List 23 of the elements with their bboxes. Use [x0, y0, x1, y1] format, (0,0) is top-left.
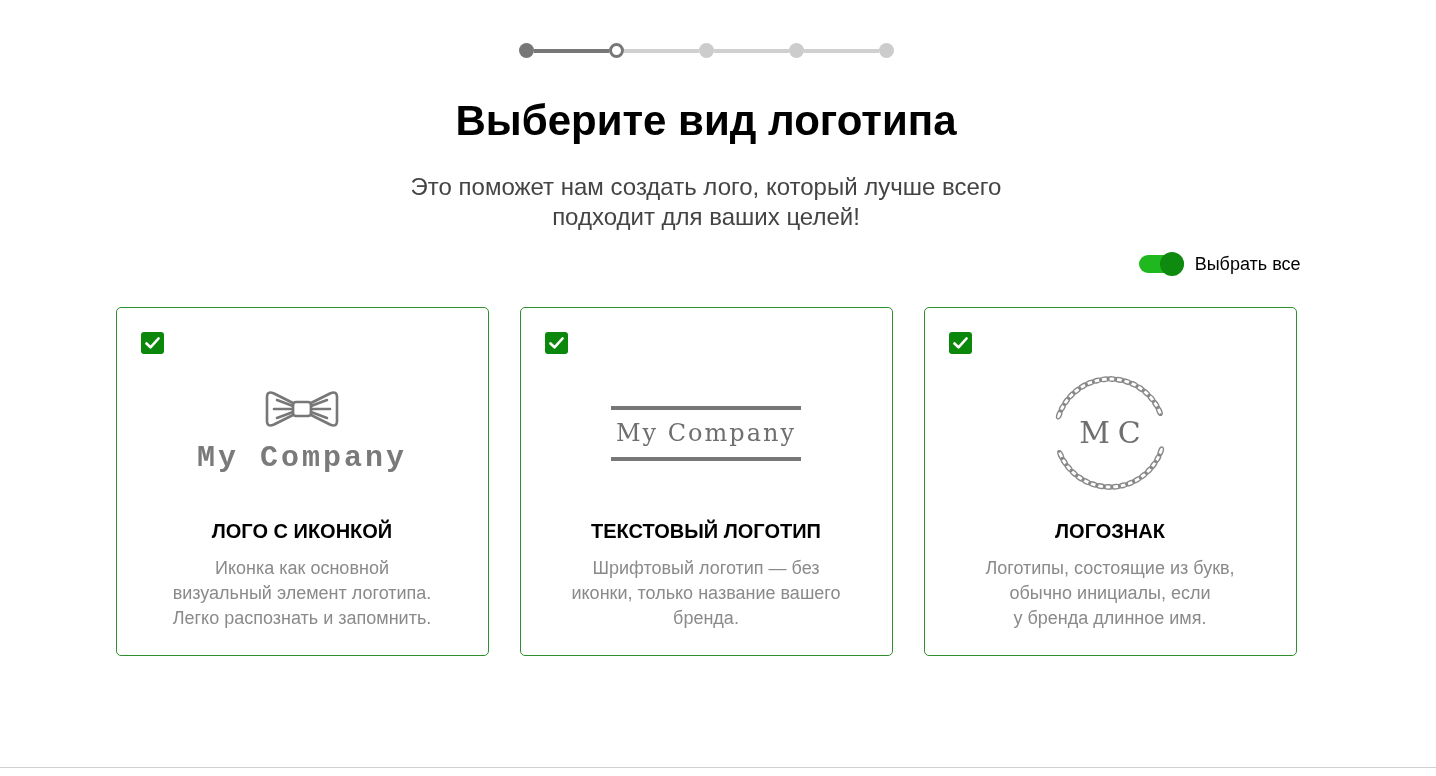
card-title: ЛОГОЗНАК: [1055, 519, 1165, 544]
page-title: Выберите вид логотипа: [455, 96, 957, 146]
checkmark-icon: [952, 336, 968, 349]
logo-text: My Company: [197, 440, 407, 477]
checkmark-icon: [144, 336, 160, 349]
card-title: ЛОГО С ИКОНКОЙ: [211, 518, 393, 544]
card-description: Шрифтовый логотип — без иконки, только название вашего бренда.: [571, 557, 841, 630]
toggle-switch[interactable]: [1138, 252, 1184, 276]
logo-text: My Company: [616, 417, 796, 449]
logo-type-card[interactable]: My Company ТЕКСТОВЫЙ ЛОГОТИП Шрифтовый логотип — без иконки, только название вашего бренда.: [519, 307, 893, 656]
logo-type-card[interactable]: MC ЛОГОЗНАК Логотипы, состоящие из букв, обычно инициалы, если у бренда длинное имя.: [923, 307, 1297, 656]
logo-type-card[interactable]: My Company ЛОГО С ИКОНКОЙ Иконка как основной визуальный элемент логотипа. Легко распознать и запомнить.: [115, 307, 489, 656]
checkmark-icon: [548, 336, 564, 349]
checkbox[interactable]: [140, 332, 164, 354]
card-title: ТЕКСТОВЫЙ ЛОГОТИП: [591, 518, 821, 544]
subtitle: Это поможет нам создать лого, который лучше всего подходит для ваших целей!: [410, 172, 1002, 232]
checkbox[interactable]: [544, 332, 568, 354]
card-description: Иконка как основной визуальный элемент логотипа. Легко распознать и запомнить.: [172, 557, 432, 630]
card-description: Логотипы, состоящие из букв, обычно инициалы, если у бренда длинное имя.: [985, 557, 1235, 630]
monogram-text: MC: [1078, 415, 1149, 452]
checkbox[interactable]: [948, 332, 972, 354]
bow-tie-icon: [265, 390, 339, 429]
toggle-label: Выбрать все: [1194, 253, 1301, 276]
